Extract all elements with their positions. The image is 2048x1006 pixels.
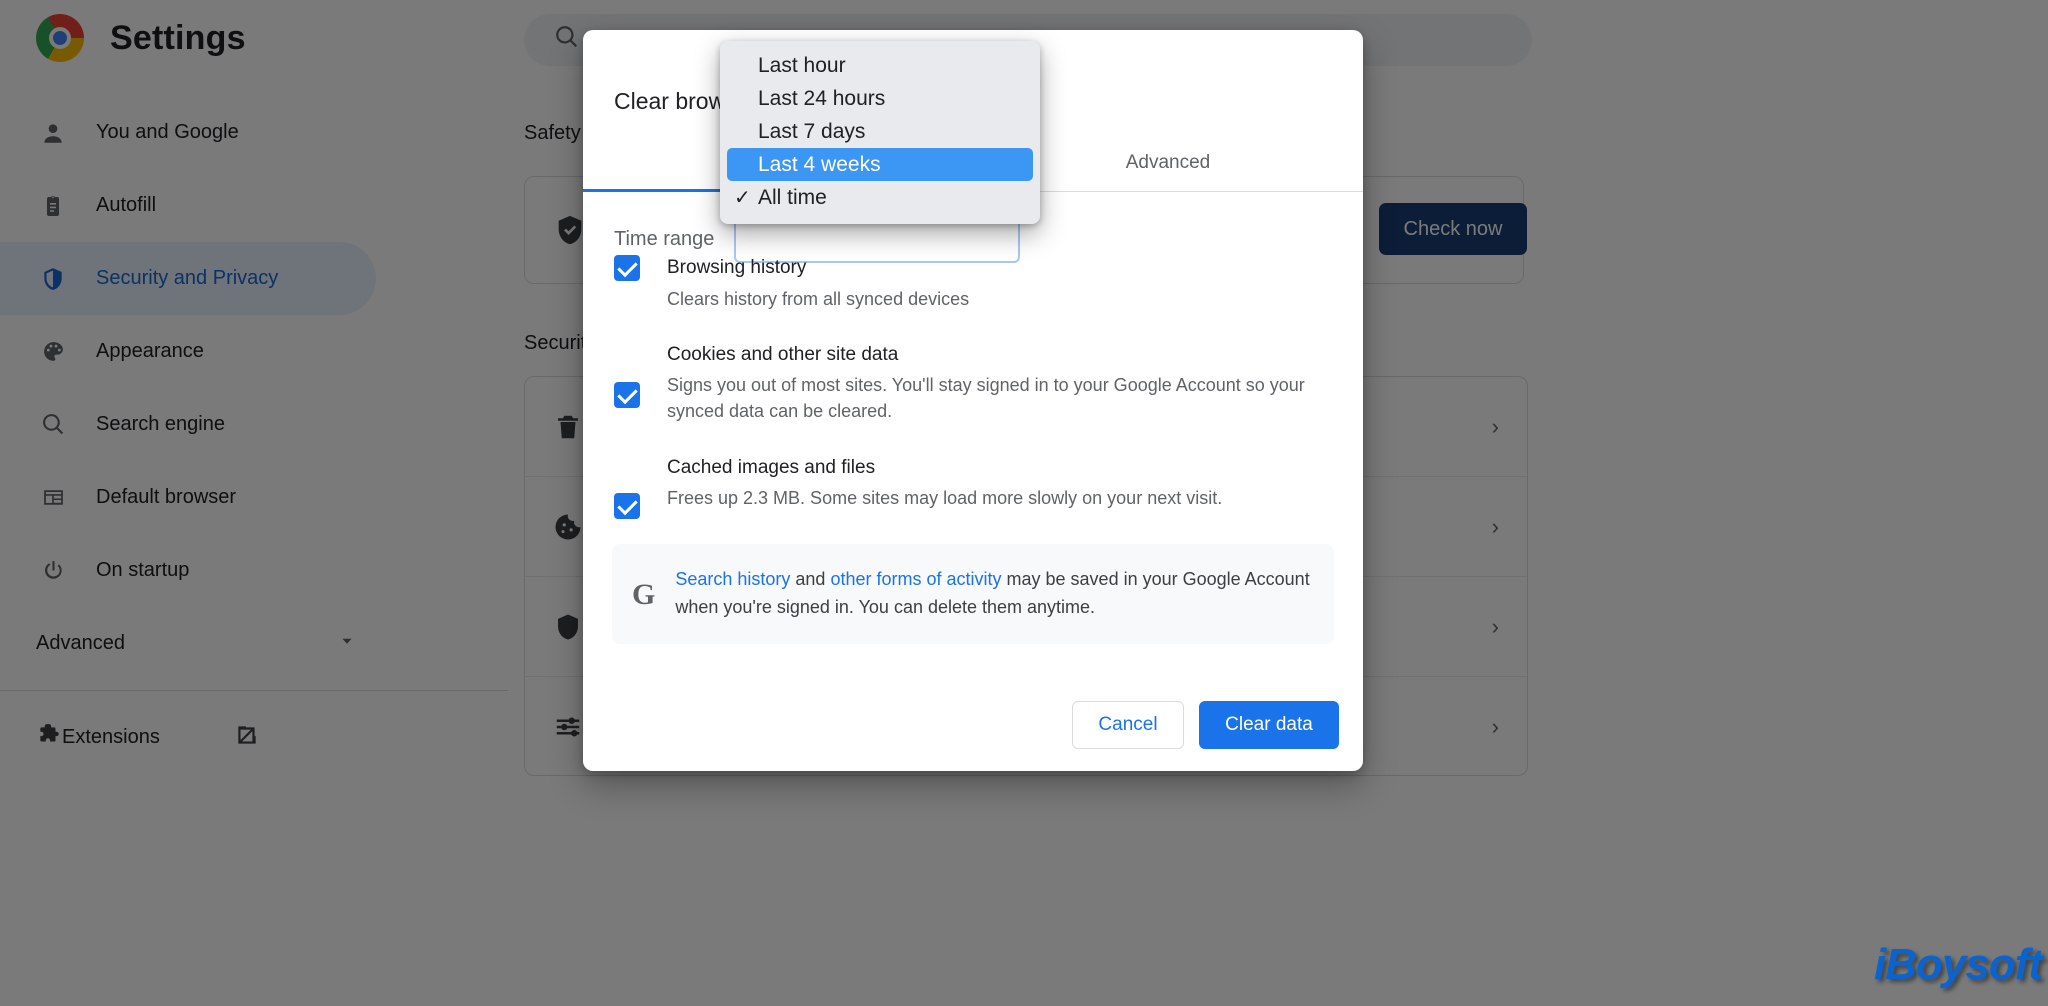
cookies-checkbox[interactable] (614, 381, 640, 408)
checkbox-title: Browsing history (667, 257, 807, 278)
watermark-text: Boysoft (1885, 940, 2043, 989)
checkbox-row-browsing-history[interactable]: Browsing history Clears history from all… (614, 255, 1334, 312)
clear-data-button[interactable]: Clear data (1199, 701, 1339, 749)
menu-item-last-hour[interactable]: Last hour (720, 49, 1040, 82)
info-mid: and (790, 569, 831, 589)
check-icon: ✓ (734, 187, 751, 209)
menu-item-all-time[interactable]: ✓ All time (720, 181, 1040, 214)
dialog-actions: Cancel Clear data (1072, 701, 1339, 749)
google-account-info-box: G Search history and other forms of acti… (612, 544, 1334, 644)
menu-item-label: Last 7 days (758, 119, 866, 143)
checkbox-subtitle: Clears history from all synced devices (667, 288, 970, 309)
checkbox-title: Cached images and files (667, 456, 876, 478)
clear-options-list: Browsing history Clears history from all… (614, 255, 1334, 545)
watermark-prefix: i (1873, 940, 1886, 989)
info-text: Search history and other forms of activi… (675, 566, 1310, 622)
browsing-history-checkbox[interactable] (614, 255, 640, 281)
checkbox-subtitle: Signs you out of most sites. You'll stay… (667, 375, 1305, 422)
menu-item-last-4-weeks[interactable]: Last 4 weeks (727, 148, 1033, 181)
menu-item-last-24-hours[interactable]: Last 24 hours (720, 82, 1040, 115)
checkbox-title: Cookies and other site data (667, 343, 899, 365)
google-g-icon: G (632, 578, 656, 611)
checkbox-subtitle: Frees up 2.3 MB. Some sites may load mor… (667, 488, 1223, 509)
menu-item-label: Last 4 weeks (758, 152, 881, 176)
time-range-dropdown-menu: Last hour Last 24 hours Last 7 days Last… (720, 41, 1040, 224)
menu-item-label: Last 24 hours (758, 86, 886, 110)
cached-images-checkbox[interactable] (614, 492, 640, 519)
watermark: iBoysoft (1873, 940, 2043, 990)
checkbox-row-cached-images[interactable]: Cached images and files Frees up 2.3 MB.… (614, 455, 1334, 519)
checkbox-row-cookies[interactable]: Cookies and other site data Signs you ou… (614, 342, 1334, 425)
time-range-label: Time range (614, 228, 715, 250)
search-history-link[interactable]: Search history (675, 569, 790, 589)
screen: Settings You and Google Autofill (0, 0, 2048, 1006)
other-forms-of-activity-link[interactable]: other forms of activity (830, 569, 1001, 589)
menu-item-last-7-days[interactable]: Last 7 days (720, 115, 1040, 148)
cancel-button[interactable]: Cancel (1072, 701, 1184, 749)
menu-item-label: All time (758, 185, 827, 209)
menu-item-label: Last hour (758, 53, 846, 77)
